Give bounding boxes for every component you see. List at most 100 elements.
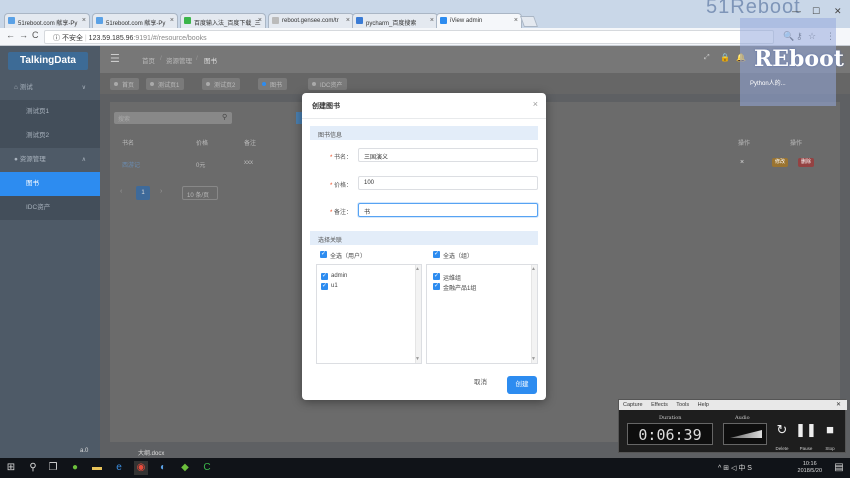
- fullscreen-icon[interactable]: ⤢: [704, 54, 710, 62]
- logo: TalkingData: [8, 52, 88, 70]
- group-checkbox-ops[interactable]: ✓: [433, 273, 440, 280]
- tag-home[interactable]: 首页: [110, 78, 140, 90]
- notification-icon[interactable]: ▤: [832, 461, 846, 475]
- user-checkbox-u1[interactable]: ✓: [321, 283, 328, 290]
- browser-tab-6-active[interactable]: iView admin ×: [436, 13, 522, 28]
- minimize-icon[interactable]: —: [792, 6, 801, 16]
- app-360-icon[interactable]: ●: [68, 461, 82, 475]
- prev-page-icon[interactable]: ‹: [120, 188, 122, 195]
- user-checkbox-admin[interactable]: ✓: [321, 273, 328, 280]
- tag-idc[interactable]: IDC资产: [308, 78, 348, 90]
- next-page-icon[interactable]: ›: [160, 188, 162, 195]
- book-note-input[interactable]: 书: [358, 203, 538, 217]
- scroll-up-icon[interactable]: ▲: [531, 266, 536, 272]
- select-all-users-label: 全选（用户）: [330, 254, 367, 260]
- group-checkbox-finance[interactable]: ✓: [433, 283, 440, 290]
- row-book-name[interactable]: 西游记: [122, 160, 140, 169]
- search-icon[interactable]: ⚲: [26, 461, 40, 475]
- stop-recording-icon[interactable]: ■: [819, 422, 841, 437]
- maximize-icon[interactable]: ☐: [812, 6, 820, 17]
- windows-start-icon[interactable]: ⊞: [4, 461, 18, 475]
- users-scrollbar[interactable]: ▲ ▼: [415, 265, 421, 363]
- breadcrumb-books: 图书: [204, 58, 217, 65]
- forward-icon[interactable]: →: [19, 30, 28, 40]
- ie-browser-icon[interactable]: e: [112, 461, 126, 475]
- app-browser-icon[interactable]: ◐: [156, 461, 170, 475]
- tab-close-icon[interactable]: ×: [170, 17, 174, 24]
- page-size-select[interactable]: 10 条/页: [182, 186, 218, 200]
- scroll-down-icon[interactable]: ▼: [531, 356, 536, 362]
- new-tab-button[interactable]: [519, 16, 539, 27]
- tab-close-icon[interactable]: ×: [346, 17, 350, 24]
- search-icon[interactable]: ⚲: [222, 113, 227, 121]
- modal-close-icon[interactable]: ×: [533, 99, 538, 109]
- browser-tab-4[interactable]: reboot.gensee.com/tr ×: [268, 13, 354, 28]
- system-clock[interactable]: 10:16 2018/5/20: [798, 461, 822, 475]
- file-explorer-icon[interactable]: ▬: [90, 461, 104, 475]
- modal-title: 创建图书: [312, 103, 340, 110]
- row-close-icon[interactable]: ×: [740, 159, 744, 166]
- breadcrumb-resources[interactable]: 资源管理: [166, 55, 192, 65]
- browser-tab-5[interactable]: pycharm_百度搜索 ×: [352, 13, 438, 28]
- tag-dot-icon: [150, 82, 154, 86]
- scroll-up-icon[interactable]: ▲: [415, 266, 420, 272]
- search-input[interactable]: 搜索: [114, 112, 232, 124]
- pycharm-icon[interactable]: ◆: [178, 461, 192, 475]
- groups-scrollbar[interactable]: ▲ ▼: [531, 265, 537, 363]
- dot-icon: ●: [14, 156, 18, 163]
- tag-test1[interactable]: 测试页1: [146, 78, 185, 90]
- select-all-users-checkbox[interactable]: ✓: [320, 251, 327, 258]
- tab-close-icon[interactable]: ×: [514, 17, 518, 24]
- tab-close-icon[interactable]: ×: [430, 17, 434, 24]
- select-all-groups-checkbox[interactable]: ✓: [433, 251, 440, 258]
- tag-test2[interactable]: 测试页2: [202, 78, 241, 90]
- tag-label: IDC资产: [320, 83, 343, 89]
- create-button[interactable]: 创建: [507, 376, 537, 394]
- browser-tab-1[interactable]: 51reboot.com 献享-Py ×: [4, 13, 90, 28]
- reload-icon[interactable]: C: [32, 30, 39, 40]
- group-label: 运维组: [443, 276, 462, 282]
- delete-recording-icon[interactable]: ↻: [771, 422, 793, 438]
- recorder-menu-capture[interactable]: Capture: [623, 402, 643, 408]
- sidebar-item-test1[interactable]: 测试页1: [0, 100, 100, 124]
- pause-recording-icon[interactable]: ❚❚: [795, 422, 817, 438]
- row-book-note: xxx: [244, 160, 253, 166]
- sidebar-item-books[interactable]: 图书: [0, 172, 100, 196]
- sidebar-item-idc[interactable]: IDC资产: [0, 196, 100, 220]
- back-icon[interactable]: ←: [6, 30, 15, 40]
- row-edit-button[interactable]: 修改: [772, 158, 788, 167]
- tray-icons[interactable]: ^ ⊞ ◁ 中 S: [718, 463, 752, 473]
- url-bar[interactable]: ⓘ 不安全 | 123.59.185.96:9191/#/resource/bo…: [44, 30, 774, 44]
- tab-close-icon[interactable]: ×: [82, 17, 86, 24]
- chevron-up-icon: ∧: [81, 157, 86, 163]
- breadcrumb-home[interactable]: 首页: [142, 55, 155, 65]
- sidebar-item-label: IDC资产: [26, 204, 51, 211]
- groups-list[interactable]: ✓ 运维组 ✓ 金融产品1组 ▲ ▼: [426, 264, 538, 364]
- book-name-input[interactable]: 三国演义: [358, 148, 538, 162]
- recorder-menu-tools[interactable]: Tools: [676, 402, 689, 408]
- sidebar-group-resources[interactable]: ● 资源管理 ∧: [0, 148, 100, 172]
- recorder-close-icon[interactable]: ✕: [836, 401, 841, 408]
- sidebar-group-test[interactable]: ⌂ 测试 ∨: [0, 76, 100, 100]
- app-c-icon[interactable]: C: [200, 461, 214, 475]
- column-header-note: 备注: [244, 141, 257, 147]
- scroll-down-icon[interactable]: ▼: [415, 356, 420, 362]
- sidebar-item-test2[interactable]: 测试页2: [0, 124, 100, 148]
- task-view-icon[interactable]: ❐: [46, 461, 60, 475]
- page-1-button[interactable]: 1: [136, 186, 150, 200]
- recorder-menu-effects[interactable]: Effects: [651, 402, 668, 408]
- recorder-menu-help[interactable]: Help: [698, 402, 709, 408]
- menu-toggle-icon[interactable]: ☰: [110, 52, 120, 65]
- info-icon[interactable]: ⓘ: [53, 35, 60, 42]
- browser-tab-3[interactable]: 百度输入法_百度下载_三 ×: [180, 13, 266, 28]
- tab-close-icon[interactable]: ×: [258, 17, 262, 24]
- browser-tab-2[interactable]: 51reboot.com 献享-Py ×: [92, 13, 178, 28]
- chrome-icon[interactable]: ◉: [134, 461, 148, 475]
- book-price-input[interactable]: 100: [358, 176, 538, 190]
- window-close-icon[interactable]: ✕: [834, 6, 842, 17]
- cancel-button[interactable]: 取消: [474, 376, 487, 386]
- row-delete-button[interactable]: 删除: [798, 158, 814, 167]
- lock-icon[interactable]: 🔒: [720, 53, 730, 62]
- tag-books[interactable]: 图书: [258, 78, 288, 90]
- users-list[interactable]: ✓ admin ✓ u1 ▲ ▼: [316, 264, 422, 364]
